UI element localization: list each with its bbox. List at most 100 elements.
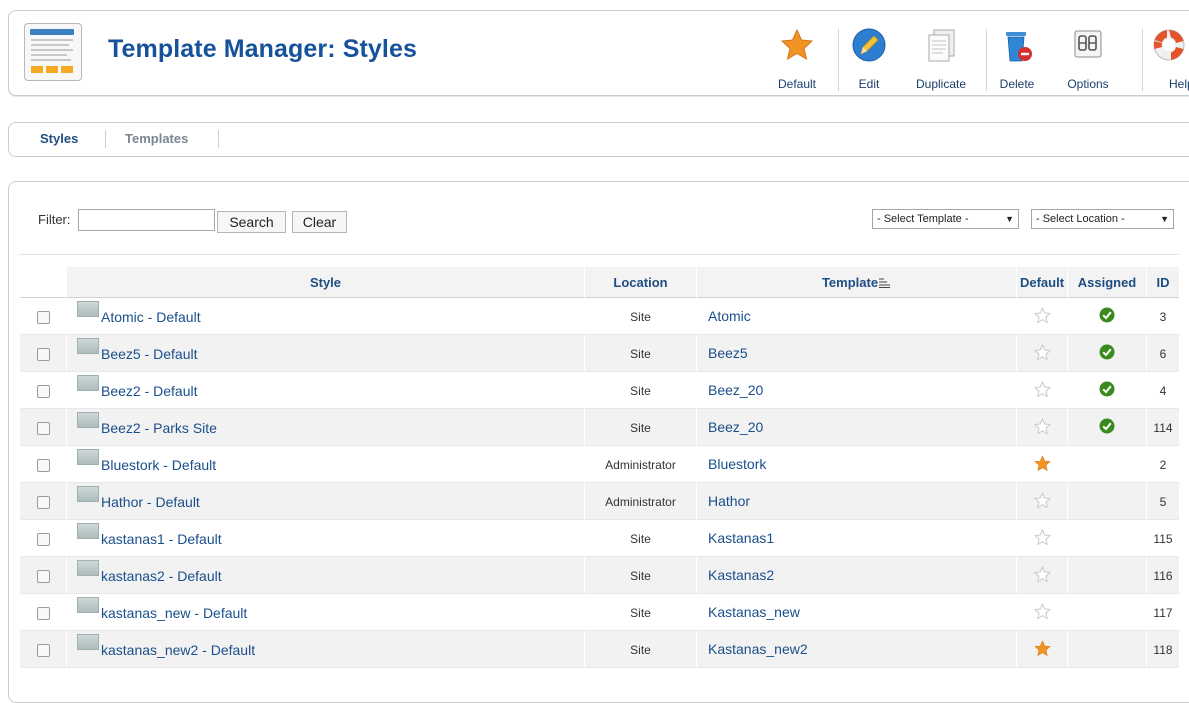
- template-thumbnail-icon: [77, 560, 99, 576]
- row-checkbox-cell: [20, 372, 67, 409]
- header-id[interactable]: ID: [1147, 267, 1180, 298]
- default-cell[interactable]: [1017, 520, 1068, 557]
- check-circle-icon: [1099, 418, 1115, 433]
- help-label: Help: [1169, 77, 1189, 91]
- header-default[interactable]: Default: [1017, 267, 1068, 298]
- id-cell: 5: [1147, 483, 1180, 520]
- style-link[interactable]: Beez2 - Parks Site: [101, 420, 217, 436]
- options-button[interactable]: Options: [1058, 25, 1118, 93]
- style-link[interactable]: kastanas2 - Default: [101, 568, 222, 584]
- duplicate-button[interactable]: Duplicate: [907, 25, 975, 93]
- default-cell[interactable]: [1017, 409, 1068, 446]
- template-thumbnail-icon: [77, 301, 99, 317]
- id-cell: 118: [1147, 631, 1180, 668]
- style-link[interactable]: Beez5 - Default: [101, 346, 198, 362]
- style-link[interactable]: kastanas1 - Default: [101, 531, 222, 547]
- row-checkbox-cell: [20, 557, 67, 594]
- help-button[interactable]: Help: [1149, 25, 1189, 93]
- style-cell: Beez5 - Default: [67, 335, 585, 372]
- template-link[interactable]: Hathor: [697, 493, 750, 509]
- id-cell: 2: [1147, 446, 1180, 483]
- star-filled-icon: [1033, 639, 1051, 656]
- default-cell[interactable]: [1017, 557, 1068, 594]
- header-default-label: Default: [1019, 274, 1065, 290]
- delete-button[interactable]: Delete: [992, 25, 1042, 93]
- id-cell: 6: [1147, 335, 1180, 372]
- edit-button[interactable]: Edit: [844, 25, 894, 93]
- style-link[interactable]: kastanas_new - Default: [101, 605, 247, 621]
- default-cell[interactable]: [1017, 483, 1068, 520]
- id-cell: 116: [1147, 557, 1180, 594]
- template-link[interactable]: Beez_20: [697, 419, 763, 435]
- clear-button[interactable]: Clear: [292, 211, 347, 233]
- filter-label: Filter:: [38, 212, 71, 227]
- default-cell[interactable]: [1017, 335, 1068, 372]
- row-checkbox[interactable]: [36, 532, 50, 546]
- template-link[interactable]: Kastanas1: [697, 530, 774, 546]
- header-assigned[interactable]: Assigned: [1068, 267, 1147, 298]
- assigned-cell: [1068, 335, 1147, 372]
- template-link[interactable]: Kastanas_new2: [697, 641, 808, 657]
- filter-input[interactable]: [78, 209, 215, 231]
- style-link[interactable]: kastanas_new2 - Default: [101, 642, 255, 658]
- table-row: Beez2 - Parks Site Site Beez_20 114: [20, 409, 1180, 446]
- id-cell: 3: [1147, 298, 1180, 335]
- search-button[interactable]: Search: [217, 211, 286, 233]
- header-style[interactable]: Style: [67, 267, 585, 298]
- location-cell: Administrator: [585, 483, 697, 520]
- location-select[interactable]: - Select Location - ▼: [1031, 209, 1174, 229]
- row-checkbox[interactable]: [36, 347, 50, 361]
- row-checkbox[interactable]: [36, 606, 50, 620]
- location-cell: Site: [585, 520, 697, 557]
- tab-templates[interactable]: Templates: [125, 131, 188, 146]
- template-thumbnail-icon: [77, 449, 99, 465]
- location-cell: Site: [585, 594, 697, 631]
- page-title: Template Manager: Styles: [108, 35, 417, 63]
- header-template[interactable]: Template: [697, 267, 1017, 298]
- chevron-down-icon: ▼: [1005, 214, 1014, 224]
- table-row: kastanas_new2 - Default Site Kastanas_new2…: [20, 631, 1180, 668]
- template-link[interactable]: Beez5: [697, 345, 748, 361]
- chevron-down-icon: ▼: [1160, 214, 1169, 224]
- template-thumbnail-icon: [77, 486, 99, 502]
- default-button[interactable]: Default: [771, 25, 823, 93]
- template-link[interactable]: Atomic: [697, 308, 751, 324]
- location-cell: Site: [585, 631, 697, 668]
- row-checkbox[interactable]: [36, 458, 50, 472]
- id-value: 118: [1153, 642, 1173, 657]
- options-label: Options: [1067, 77, 1109, 91]
- template-link[interactable]: Bluestork: [697, 456, 766, 472]
- row-checkbox[interactable]: [36, 421, 50, 435]
- location-value: Site: [630, 642, 651, 657]
- style-link[interactable]: Hathor - Default: [101, 494, 200, 510]
- location-cell: Administrator: [585, 446, 697, 483]
- location-cell: Site: [585, 372, 697, 409]
- style-link[interactable]: Bluestork - Default: [101, 457, 216, 473]
- id-value: 5: [1159, 494, 1167, 509]
- header-location[interactable]: Location: [585, 267, 697, 298]
- style-link[interactable]: Atomic - Default: [101, 309, 201, 325]
- template-manager-icon: [24, 23, 82, 81]
- row-checkbox[interactable]: [36, 310, 50, 324]
- row-checkbox[interactable]: [36, 495, 50, 509]
- table-header-row: Style Location Template Default Assigned…: [20, 267, 1180, 298]
- row-checkbox-cell: [20, 446, 67, 483]
- row-checkbox[interactable]: [36, 569, 50, 583]
- style-link[interactable]: Beez2 - Default: [101, 383, 198, 399]
- template-link[interactable]: Kastanas2: [697, 567, 774, 583]
- assigned-cell: [1068, 520, 1147, 557]
- template-cell: Atomic: [697, 298, 1017, 335]
- default-cell: [1017, 631, 1068, 668]
- row-checkbox[interactable]: [36, 384, 50, 398]
- row-checkbox[interactable]: [36, 643, 50, 657]
- template-link[interactable]: Kastanas_new: [697, 604, 800, 620]
- assigned-cell: [1068, 557, 1147, 594]
- template-link[interactable]: Beez_20: [697, 382, 763, 398]
- default-cell[interactable]: [1017, 372, 1068, 409]
- tab-styles[interactable]: Styles: [40, 131, 78, 146]
- default-cell[interactable]: [1017, 594, 1068, 631]
- row-checkbox-cell: [20, 594, 67, 631]
- default-cell[interactable]: [1017, 298, 1068, 335]
- template-select[interactable]: - Select Template - ▼: [872, 209, 1019, 229]
- star-outline-icon: [1033, 306, 1051, 324]
